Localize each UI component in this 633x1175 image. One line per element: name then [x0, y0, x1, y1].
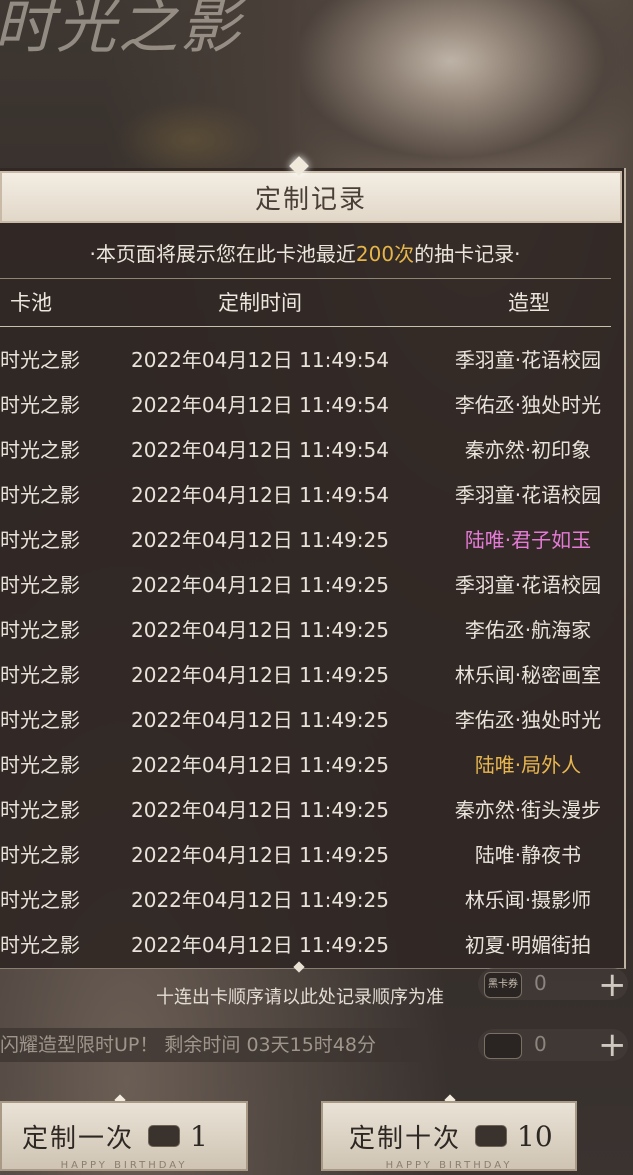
ticket-icon — [148, 1125, 181, 1147]
notice-suffix: 的抽卡记录· — [414, 242, 521, 266]
draw-once-cost: 1 — [190, 1119, 208, 1153]
cell-time: 2022年04月12日 11:49:25 — [131, 573, 389, 597]
cell-pool: 时光之影 — [0, 708, 80, 732]
panel-title: 定制记录 — [254, 184, 367, 215]
draw-ten-cost: 10 — [517, 1119, 553, 1153]
cell-pool: 时光之影 — [0, 753, 80, 777]
add-black-card-button[interactable]: + — [598, 968, 627, 1002]
column-header-time: 定制时间 — [218, 291, 302, 315]
cell-pool: 时光之影 — [0, 798, 80, 822]
button-subtext: HAPPY BIRTHDAY — [385, 1160, 513, 1171]
resource-value: 0 — [534, 971, 547, 995]
table-row: 时光之影 2022年04月12日 11:49:54 季羽童·花语校园 — [0, 336, 624, 381]
cell-time: 2022年04月12日 11:49:25 — [131, 663, 389, 687]
cell-time: 2022年04月12日 11:49:54 — [131, 393, 389, 417]
table-row: 时光之影 2022年04月12日 11:49:25 林乐闻·秘密画室 — [0, 651, 624, 696]
cell-time: 2022年04月12日 11:49:25 — [131, 708, 389, 732]
column-header-pool: 卡池 — [10, 291, 52, 315]
cell-pool: 时光之影 — [0, 933, 80, 957]
ticket-icon — [484, 1033, 522, 1059]
notice-text: ·本页面将展示您在此卡池最近200次的抽卡记录· — [0, 238, 610, 267]
cell-outfit: 李佑丞·航海家 — [464, 618, 592, 642]
header-divider — [0, 326, 611, 327]
draw-ten-button[interactable]: 定制十次 10 HAPPY BIRTHDAY — [321, 1101, 577, 1171]
cell-pool: 时光之影 — [0, 618, 80, 642]
black-card-ticket-icon: 黑卡券 — [484, 972, 522, 998]
table-row: 时光之影 2022年04月12日 11:49:25 初夏·明媚街拍 — [0, 921, 624, 966]
button-subtext: HAPPY BIRTHDAY — [60, 1160, 188, 1171]
table-row: 时光之影 2022年04月12日 11:49:25 陆唯·静夜书 — [0, 831, 624, 876]
cell-outfit: 陆唯·君子如玉 — [464, 528, 592, 552]
cell-time: 2022年04月12日 11:49:25 — [131, 753, 389, 777]
cell-pool: 时光之影 — [0, 888, 80, 912]
cell-pool: 时光之影 — [0, 843, 80, 867]
notice-prefix: ·本页面将展示您在此卡池最近 — [89, 242, 356, 266]
cell-time: 2022年04月12日 11:49:25 — [131, 933, 389, 957]
cell-pool: 时光之影 — [0, 483, 80, 507]
draw-once-label: 定制一次 — [22, 1123, 135, 1154]
cell-outfit: 李佑丞·独处时光 — [454, 393, 602, 417]
cell-pool: 时光之影 — [0, 393, 80, 417]
cell-outfit: 季羽童·花语校园 — [454, 348, 602, 372]
column-header-outfit: 造型 — [508, 291, 550, 315]
add-ticket-button[interactable]: + — [598, 1028, 627, 1062]
cell-outfit: 秦亦然·初印象 — [464, 438, 592, 462]
background-title-text: 时光之影 — [0, 0, 242, 62]
cell-pool: 时光之影 — [0, 573, 80, 597]
resource-value: 0 — [534, 1032, 547, 1056]
cell-outfit: 陆唯·静夜书 — [474, 843, 582, 867]
cell-time: 2022年04月12日 11:49:25 — [131, 798, 389, 822]
table-row: 时光之影 2022年04月12日 11:49:25 季羽童·花语校园 — [0, 561, 624, 606]
cell-outfit: 林乐闻·秘密画室 — [454, 663, 602, 687]
draw-once-button[interactable]: 定制一次 1 HAPPY BIRTHDAY — [0, 1101, 248, 1171]
cell-outfit: 初夏·明媚街拍 — [464, 933, 592, 957]
table-row: 时光之影 2022年04月12日 11:49:25 陆唯·君子如玉 — [0, 516, 624, 561]
cell-outfit: 林乐闻·摄影师 — [464, 888, 592, 912]
cell-pool: 时光之影 — [0, 348, 80, 372]
table-row: 时光之影 2022年04月12日 11:49:25 李佑丞·独处时光 — [0, 696, 624, 741]
draw-ten-label: 定制十次 — [349, 1123, 462, 1154]
table-row: 时光之影 2022年04月12日 11:49:25 李佑丞·航海家 — [0, 606, 624, 651]
cell-outfit: 季羽童·花语校园 — [454, 483, 602, 507]
notice-highlight: 200次 — [355, 242, 415, 266]
cell-time: 2022年04月12日 11:49:54 — [131, 483, 389, 507]
table-row: 时光之影 2022年04月12日 11:49:54 秦亦然·初印象 — [0, 426, 624, 471]
cell-outfit: 李佑丞·独处时光 — [454, 708, 602, 732]
cell-time: 2022年04月12日 11:49:25 — [131, 528, 389, 552]
cell-outfit: 季羽童·花语校园 — [454, 573, 602, 597]
cell-time: 2022年04月12日 11:49:54 — [131, 348, 389, 372]
character-illustration — [300, 0, 633, 175]
table-row: 时光之影 2022年04月12日 11:49:25 秦亦然·街头漫步 — [0, 786, 624, 831]
cell-time: 2022年04月12日 11:49:25 — [131, 843, 389, 867]
cell-time: 2022年04月12日 11:49:25 — [131, 618, 389, 642]
table-row: 时光之影 2022年04月12日 11:49:25 陆唯·局外人 — [0, 741, 624, 786]
cell-outfit: 秦亦然·街头漫步 — [454, 798, 602, 822]
panel-title-bar: 定制记录 — [0, 171, 622, 223]
ticket-icon — [475, 1125, 508, 1147]
cell-pool: 时光之影 — [0, 528, 80, 552]
cell-pool: 时光之影 — [0, 438, 80, 462]
limited-up-banner: 闪耀造型限时UP！ 剩余时间 03天15时48分 — [0, 1028, 422, 1062]
cell-time: 2022年04月12日 11:49:25 — [131, 888, 389, 912]
table-row: 时光之影 2022年04月12日 11:49:54 季羽童·花语校园 — [0, 471, 624, 516]
table-row: 时光之影 2022年04月12日 11:49:54 李佑丞·独处时光 — [0, 381, 624, 426]
cell-outfit: 陆唯·局外人 — [474, 753, 582, 777]
cell-time: 2022年04月12日 11:49:54 — [131, 438, 389, 462]
record-list[interactable]: 时光之影 2022年04月12日 11:49:54 季羽童·花语校园 时光之影 2022… — [0, 336, 624, 966]
header-divider-top — [0, 278, 611, 279]
cell-pool: 时光之影 — [0, 663, 80, 687]
table-row: 时光之影 2022年04月12日 11:49:25 林乐闻·摄影师 — [0, 876, 624, 921]
